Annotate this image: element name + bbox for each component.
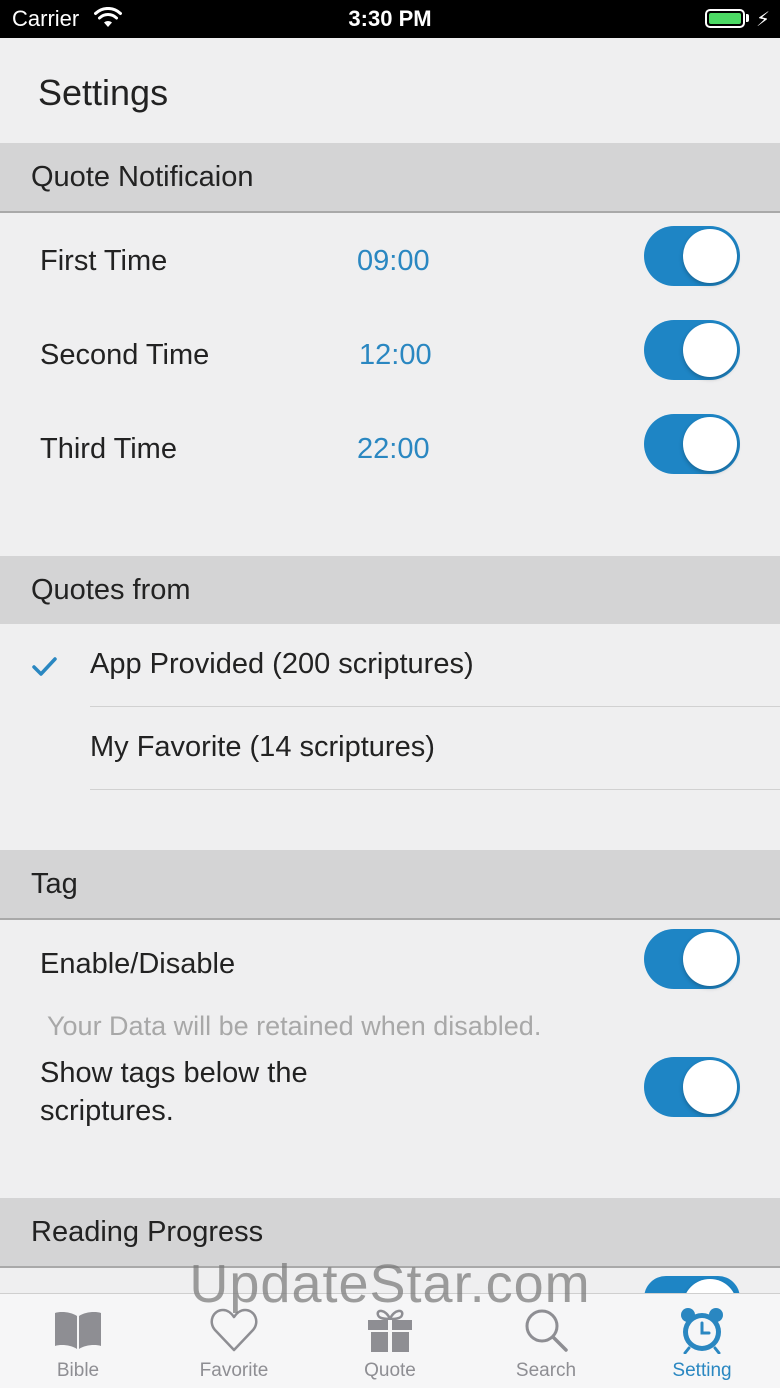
tab-label: Setting	[672, 1360, 732, 1381]
tab-label: Bible	[56, 1360, 100, 1381]
tab-label: Search	[515, 1360, 577, 1381]
navigation-bar: Settings	[0, 38, 780, 142]
section-header-quotes-from: Quotes from	[0, 556, 780, 624]
battery-tip	[746, 14, 749, 22]
second-time-label: Second Time	[40, 339, 210, 371]
section-header-label: Tag	[31, 868, 78, 900]
first-time-toggle[interactable]	[644, 226, 740, 286]
toggle-knob	[683, 229, 737, 283]
third-time-label: Third Time	[40, 433, 177, 465]
second-time-value[interactable]: 12:00	[359, 339, 432, 372]
tab-label: Quote	[364, 1360, 416, 1381]
toggle-knob	[683, 417, 737, 471]
first-time-value[interactable]: 09:00	[357, 245, 430, 278]
battery-icon	[705, 9, 745, 28]
section-header-quote-notification: Quote Notificaion	[0, 143, 780, 213]
row-divider	[90, 706, 780, 707]
first-time-label: First Time	[40, 245, 168, 277]
option-app-provided[interactable]: App Provided (200 scriptures)	[90, 648, 474, 681]
option-my-favorite[interactable]: My Favorite (14 scriptures)	[90, 731, 435, 764]
row-divider	[90, 789, 780, 790]
show-tags-label-line2: scriptures.	[40, 1095, 174, 1127]
status-bar: Carrier 3:30 PM ⚡	[0, 0, 780, 38]
clock: 3:30 PM	[348, 6, 432, 31]
section-header-label: Reading Progress	[31, 1216, 264, 1248]
tag-enable-label: Enable/Disable	[40, 948, 236, 980]
tab-label: Favorite	[199, 1360, 269, 1381]
checkmark-icon	[32, 657, 57, 676]
tag-retain-note: Your Data will be retained when disabled…	[47, 1011, 542, 1041]
second-time-toggle[interactable]	[644, 320, 740, 380]
toggle-knob	[683, 323, 737, 377]
watermark: UpdateStar.com	[189, 1254, 591, 1314]
third-time-toggle[interactable]	[644, 414, 740, 474]
section-header-label: Quotes from	[31, 574, 191, 606]
toggle-knob	[683, 1060, 737, 1114]
page-title: Settings	[38, 72, 169, 113]
section-header-tag: Tag	[0, 850, 780, 920]
third-time-value[interactable]: 22:00	[357, 433, 430, 466]
charging-bolt-icon: ⚡	[756, 9, 771, 31]
tag-enable-toggle[interactable]	[644, 929, 740, 989]
show-tags-toggle[interactable]	[644, 1057, 740, 1117]
toggle-knob	[683, 932, 737, 986]
section-header-label: Quote Notificaion	[31, 161, 254, 193]
show-tags-label-line1: Show tags below the	[40, 1057, 308, 1089]
